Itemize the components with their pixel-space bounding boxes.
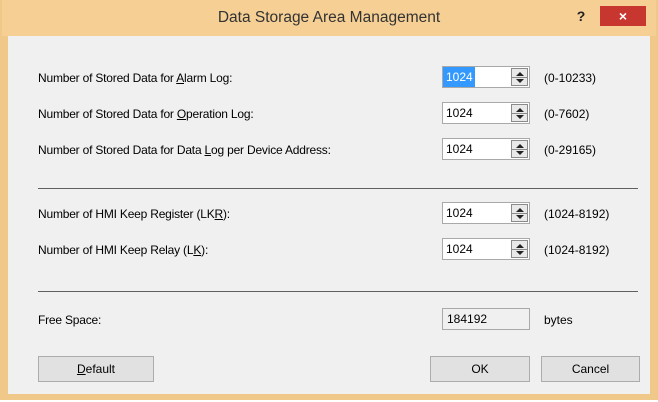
default-button[interactable]: Default (38, 356, 154, 382)
data-log-label: Number of Stored Data for Data Log per D… (38, 143, 331, 157)
free-space-value: 184192 (442, 308, 530, 330)
dialog-window: Data Storage Area Management ? × Number … (0, 0, 658, 400)
keep-relay-input[interactable]: 1024 (443, 239, 473, 259)
spin-up-icon[interactable] (516, 244, 524, 248)
alarm-log-input[interactable]: 1024 (443, 67, 475, 87)
operation-log-input[interactable]: 1024 (443, 103, 473, 123)
alarm-log-spin-buttons[interactable] (511, 68, 528, 86)
operation-log-range: (0-7602) (544, 107, 590, 121)
keep-register-label: Number of HMI Keep Register (LKR): (38, 207, 230, 221)
data-log-input[interactable]: 1024 (443, 139, 473, 159)
spin-up-icon[interactable] (516, 72, 524, 76)
cancel-button[interactable]: Cancel (541, 356, 640, 382)
spin-down-icon[interactable] (516, 151, 524, 155)
spin-up-icon[interactable] (516, 208, 524, 212)
keep-register-input[interactable]: 1024 (443, 203, 473, 223)
title-bar[interactable]: Data Storage Area Management ? × (2, 0, 656, 36)
keep-relay-stepper[interactable]: 1024 (442, 238, 530, 260)
operation-log-label: Number of Stored Data for Operation Log: (38, 107, 254, 121)
data-log-range: (0-29165) (544, 143, 597, 157)
keep-register-stepper[interactable]: 1024 (442, 202, 530, 224)
alarm-log-stepper[interactable]: 1024 (442, 66, 530, 88)
spin-down-icon[interactable] (516, 251, 524, 255)
spin-up-icon[interactable] (516, 144, 524, 148)
data-log-spin-buttons[interactable] (511, 140, 528, 158)
dialog-body: Number of Stored Data for Alarm Log: 102… (8, 36, 650, 394)
separator-1 (38, 188, 638, 189)
spin-down-icon[interactable] (516, 215, 524, 219)
free-space-unit: bytes (544, 313, 573, 327)
keep-relay-range: (1024-8192) (544, 243, 610, 257)
operation-log-spin-buttons[interactable] (511, 104, 528, 122)
free-space-label: Free Space: (38, 313, 102, 327)
spin-up-icon[interactable] (516, 108, 524, 112)
data-log-stepper[interactable]: 1024 (442, 138, 530, 160)
spin-down-icon[interactable] (516, 79, 524, 83)
keep-relay-spin-buttons[interactable] (511, 240, 528, 258)
keep-register-spin-buttons[interactable] (511, 204, 528, 222)
close-button[interactable]: × (600, 6, 646, 26)
separator-2 (38, 291, 638, 292)
keep-register-range: (1024-8192) (544, 207, 610, 221)
keep-relay-label: Number of HMI Keep Relay (LK): (38, 243, 209, 257)
ok-button[interactable]: OK (430, 356, 530, 382)
alarm-log-label: Number of Stored Data for Alarm Log: (38, 71, 233, 85)
operation-log-stepper[interactable]: 1024 (442, 102, 530, 124)
alarm-log-range: (0-10233) (544, 71, 597, 85)
dialog-title: Data Storage Area Management (217, 9, 441, 26)
help-button[interactable]: ? (568, 6, 594, 26)
spin-down-icon[interactable] (516, 115, 524, 119)
